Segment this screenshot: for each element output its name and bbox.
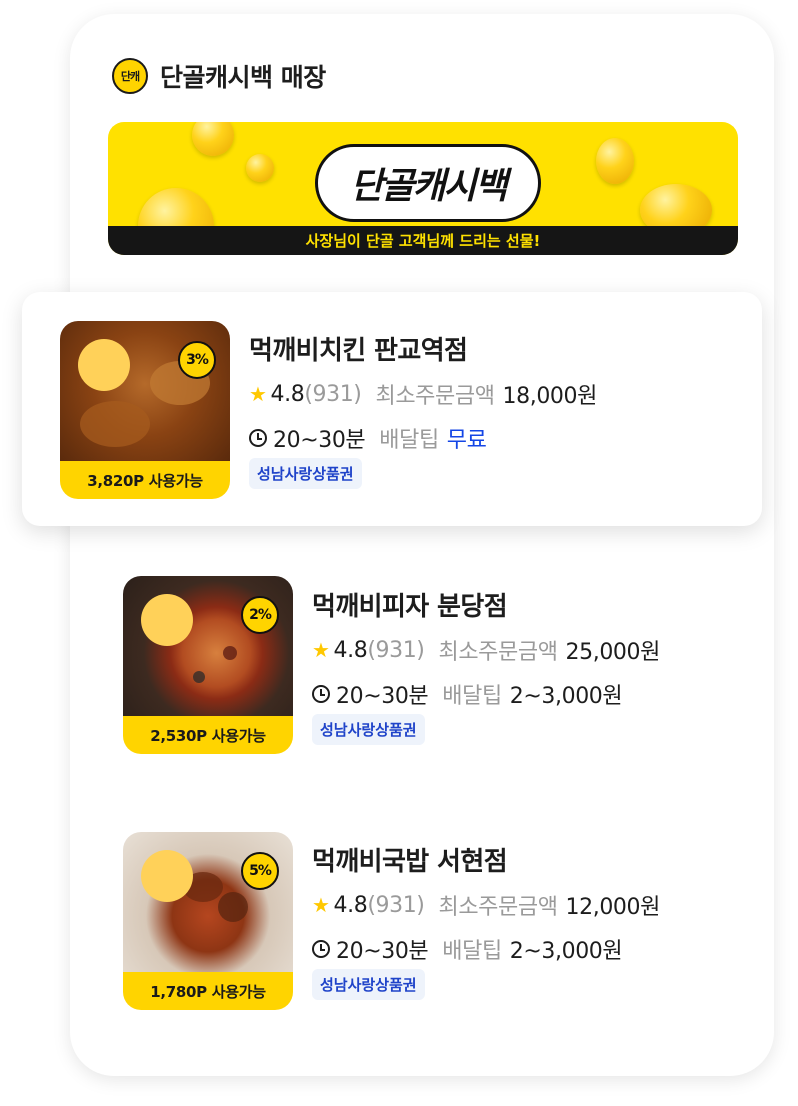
delivery-time: 20~30분 [273, 428, 366, 453]
min-order-label: 최소주문금액 [438, 895, 558, 920]
delivery-tip-label: 배달팁 [442, 684, 502, 709]
points-available: 1,780P 사용가능 [123, 972, 293, 1010]
review-count: (931) [367, 892, 425, 918]
section-title: 단골캐시백 매장 [160, 63, 326, 92]
delivery-tip-value: 무료 [446, 428, 487, 453]
min-order-label: 최소주문금액 [438, 640, 558, 665]
min-order-value: 25,000원 [565, 640, 661, 665]
star-icon: ★ [312, 638, 330, 662]
delivery-tip-value: 2~3,000원 [509, 939, 623, 964]
rating-row: ★ 4.8 (931) 최소주문금액 12,000원 [312, 889, 660, 921]
store-info: 먹깨비피자 분당점 ★ 4.8 (931) 최소주문금액 25,000원 20~… [312, 586, 782, 756]
store-info: 먹깨비치킨 판교역점 ★ 4.8 (931) 최소주문금액 18,000원 20… [249, 330, 729, 500]
clock-icon [249, 429, 267, 447]
store-name[interactable]: 먹깨비국밥 서현점 [312, 841, 782, 878]
store-thumbnail[interactable]: 3% 3,820P 사용가능 [60, 321, 230, 499]
coin-icon [596, 138, 634, 184]
delivery-tip-label: 배달팁 [442, 939, 502, 964]
min-order-label: 최소주문금액 [375, 384, 495, 409]
clock-icon [312, 685, 330, 703]
store-thumbnail[interactable]: 2% 2,530P 사용가능 [123, 576, 293, 754]
rating-value: 4.8 [333, 892, 368, 918]
rating-row: ★ 4.8 (931) 최소주문금액 18,000원 [249, 378, 597, 410]
min-order-value: 18,000원 [502, 384, 598, 409]
store-thumbnail[interactable]: 5% 1,780P 사용가능 [123, 832, 293, 1010]
cashback-percent-badge: 5% [241, 852, 279, 890]
cashback-percent-badge: 2% [241, 596, 279, 634]
coin-icon [192, 122, 234, 156]
rating-value: 4.8 [333, 637, 368, 663]
delivery-tip-label: 배달팁 [379, 428, 439, 453]
store-name[interactable]: 먹깨비치킨 판교역점 [249, 330, 729, 367]
store-name[interactable]: 먹깨비피자 분당점 [312, 586, 782, 623]
cashback-percent-badge: 3% [178, 341, 216, 379]
delivery-tip-value: 2~3,000원 [509, 684, 623, 709]
points-available: 2,530P 사용가능 [123, 716, 293, 754]
voucher-tag: 성남사랑상품권 [312, 969, 425, 1000]
voucher-tag: 성남사랑상품권 [249, 458, 362, 489]
review-count: (931) [304, 381, 362, 407]
store-info: 먹깨비국밥 서현점 ★ 4.8 (931) 최소주문금액 12,000원 20~… [312, 841, 782, 1011]
voucher-tag: 성남사랑상품권 [312, 714, 425, 745]
privacy-blur [78, 339, 130, 391]
delivery-time: 20~30분 [336, 684, 429, 709]
section-header: 단캐 단골캐시백 매장 [112, 56, 326, 96]
banner-tagline: 사장님이 단골 고객님께 드리는 선물! [108, 226, 738, 255]
points-available: 3,820P 사용가능 [60, 461, 230, 499]
delivery-row: 20~30분 배달팁 2~3,000원 [312, 933, 623, 965]
min-order-value: 12,000원 [565, 895, 661, 920]
review-count: (931) [367, 637, 425, 663]
delivery-time: 20~30분 [336, 939, 429, 964]
delivery-row: 20~30분 배달팁 2~3,000원 [312, 678, 623, 710]
coin-icon [246, 154, 274, 182]
delivery-row: 20~30분 배달팁 무료 [249, 422, 487, 454]
cashback-logo-icon: 단캐 [112, 58, 148, 94]
rating-row: ★ 4.8 (931) 최소주문금액 25,000원 [312, 634, 660, 666]
rating-value: 4.8 [270, 381, 305, 407]
privacy-blur [141, 594, 193, 646]
star-icon: ★ [249, 382, 267, 406]
privacy-blur [141, 850, 193, 902]
cashback-banner[interactable]: 단골캐시백 사장님이 단골 고객님께 드리는 선물! [108, 122, 738, 255]
banner-logo: 단골캐시백 [315, 144, 541, 222]
star-icon: ★ [312, 893, 330, 917]
clock-icon [312, 940, 330, 958]
